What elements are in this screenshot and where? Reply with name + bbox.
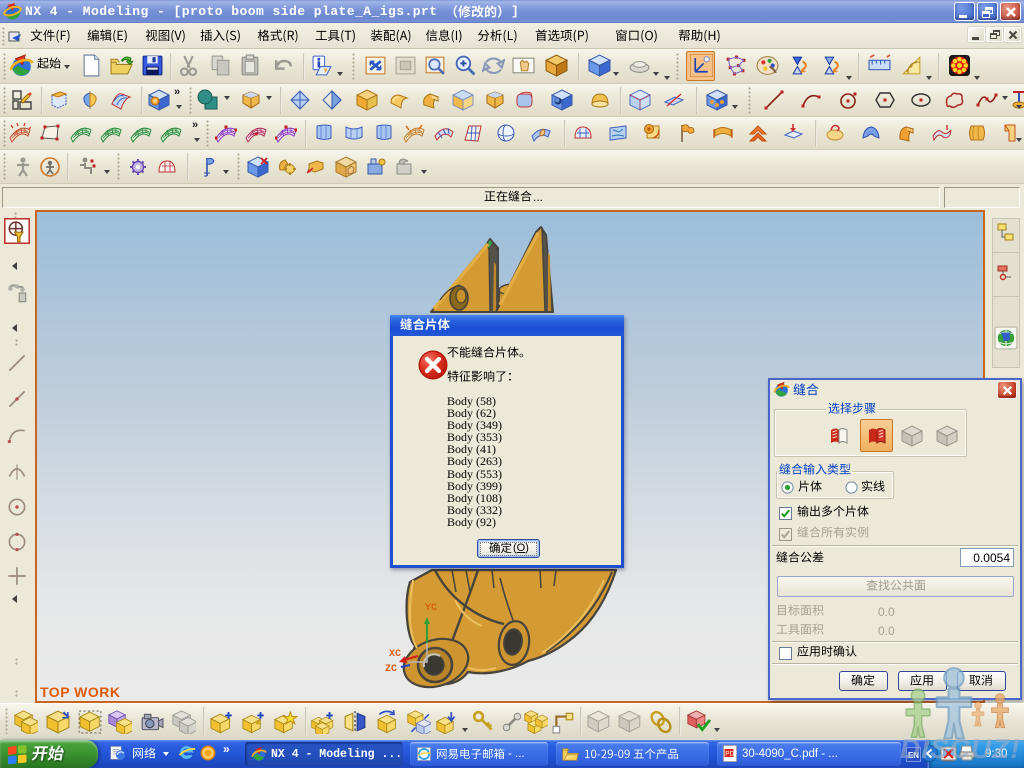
svg-text:ZC: ZC	[385, 664, 397, 675]
svg-text:XC: XC	[389, 649, 401, 660]
svg-text:YC: YC	[425, 603, 437, 614]
svg-text:PDF: PDF	[725, 751, 737, 758]
svg-text:DISCUZ!: DISCUZ!	[900, 733, 1021, 764]
